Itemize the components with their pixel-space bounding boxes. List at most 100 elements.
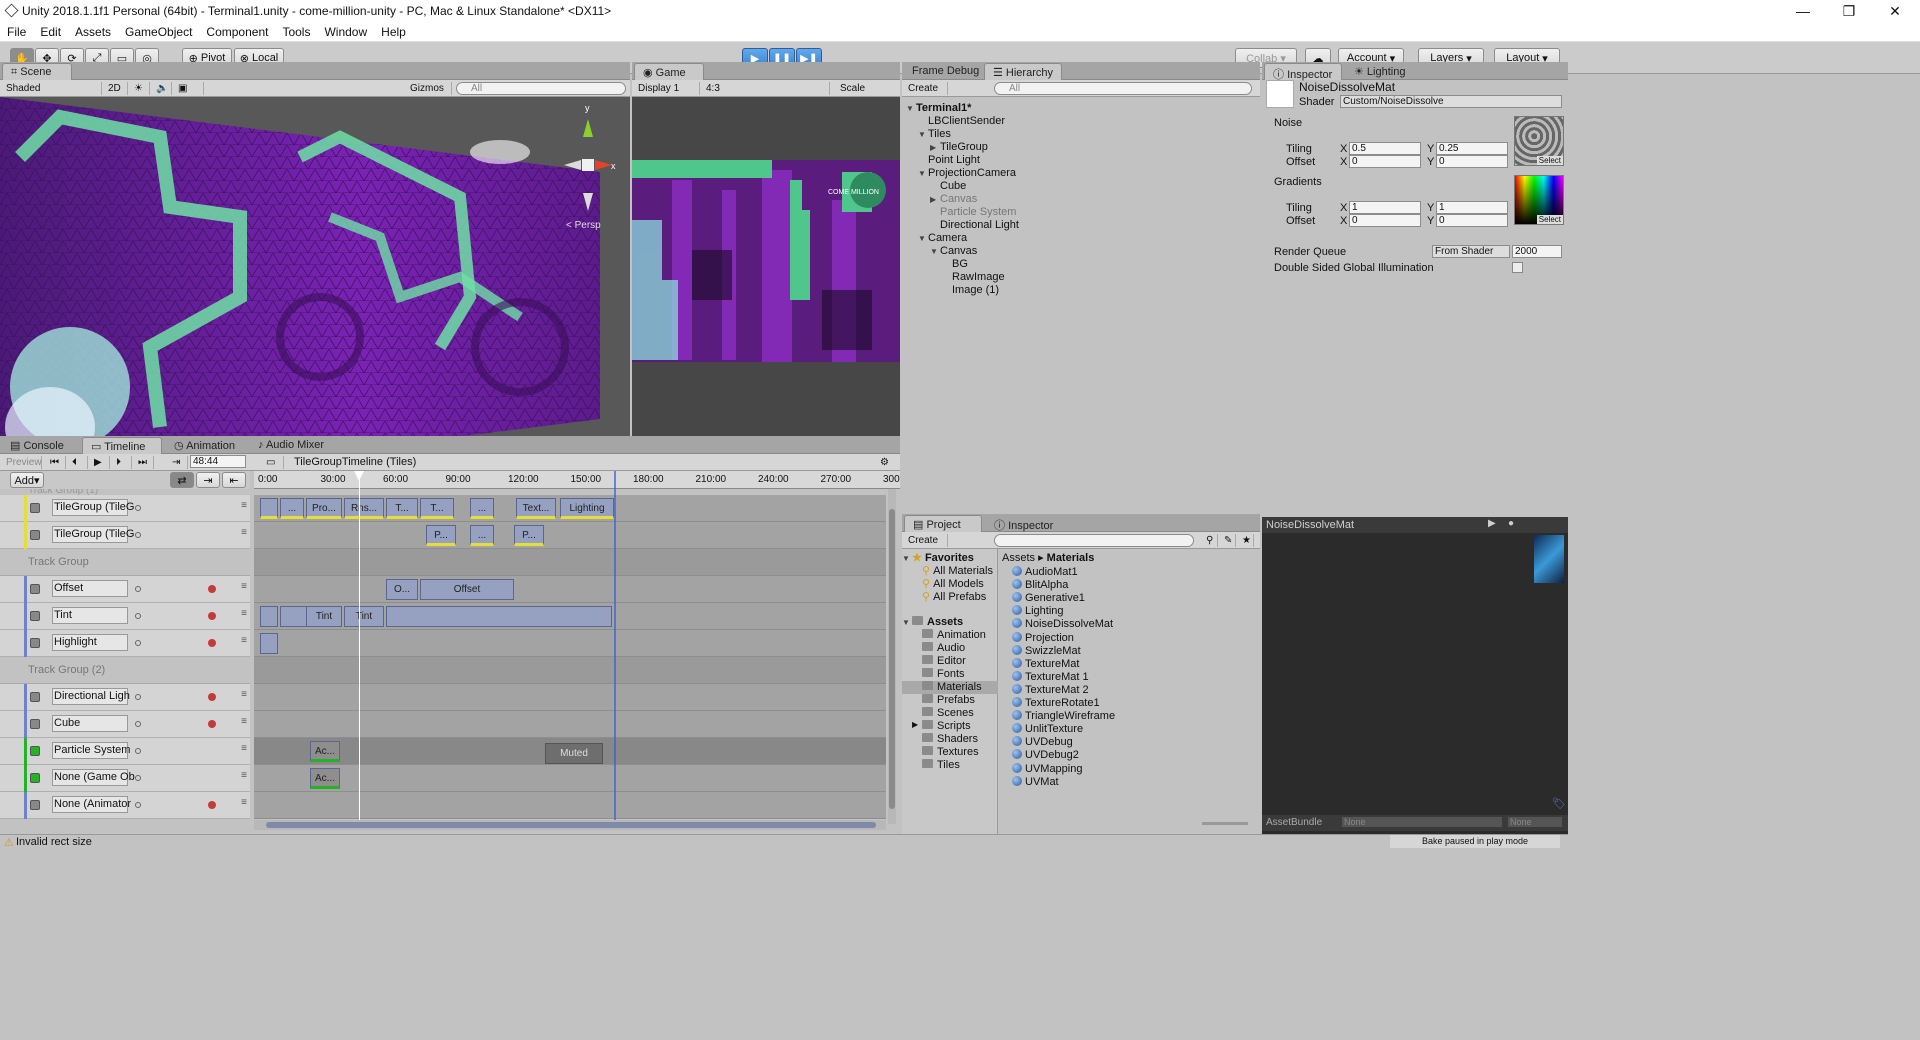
asset-folder[interactable]: Animation (902, 629, 998, 642)
timeline-clip[interactable]: ... (470, 498, 494, 519)
track-binding-picker-icon[interactable] (135, 532, 141, 538)
noise-tiling-x-field[interactable]: 0.5 (1349, 142, 1421, 155)
maximize-button[interactable]: ❐ (1826, 0, 1872, 22)
record-icon[interactable] (208, 639, 216, 647)
filter-type-icon[interactable]: ⚲ (1202, 534, 1218, 547)
menu-file[interactable]: File (0, 25, 33, 39)
expand-arrow-icon[interactable]: ▶ (912, 720, 918, 729)
track-menu-icon[interactable]: ≡ (241, 635, 247, 646)
track-menu-icon[interactable]: ≡ (241, 500, 247, 511)
tab-frame-debug[interactable]: Frame Debug (904, 63, 987, 80)
track-menu-icon[interactable]: ≡ (241, 716, 247, 727)
favorites-header[interactable]: ▼ ★ Favorites (902, 551, 974, 564)
noise-tiling-y-field[interactable]: 0.25 (1436, 142, 1508, 155)
asset-folder[interactable]: Textures (902, 746, 998, 759)
timeline-track[interactable]: Tint ≡ (0, 603, 250, 630)
material-item[interactable]: UVDebug (1012, 736, 1073, 749)
track-menu-icon[interactable]: ≡ (241, 689, 247, 700)
asset-folder[interactable]: Shaders (902, 733, 998, 746)
material-item[interactable]: UVMapping (1012, 762, 1082, 776)
preview-play-icon[interactable]: ▶ (1488, 518, 1496, 529)
close-button[interactable]: ✕ (1872, 0, 1918, 22)
2d-toggle[interactable]: 2D (104, 82, 128, 95)
timeline-clip[interactable] (260, 498, 278, 519)
timeline-clip[interactable]: Ac... (310, 768, 340, 789)
noise-select-button[interactable]: Select (1536, 156, 1563, 165)
scene-viewport[interactable]: y x < Persp (0, 97, 630, 494)
assetbundle-dropdown[interactable]: None (1342, 817, 1502, 827)
tab-console[interactable]: ▤ Console (2, 437, 72, 454)
muted-clip[interactable]: Muted (545, 743, 603, 764)
preview-label-icon[interactable]: 🏷 (1552, 797, 1566, 810)
scale-slider[interactable]: Scale (836, 82, 896, 95)
menu-tools[interactable]: Tools (275, 25, 317, 39)
tab-game[interactable]: ◉ Game (634, 63, 704, 80)
track-menu-icon[interactable]: ≡ (241, 770, 247, 781)
breadcrumb-assets[interactable]: Assets (1002, 552, 1035, 564)
material-item[interactable]: TextureMat (1012, 657, 1079, 671)
timeline-clip[interactable]: Tint (306, 606, 342, 627)
timeline-track[interactable]: Directional Ligh ≡ (0, 684, 250, 711)
menu-assets[interactable]: Assets (68, 25, 118, 39)
track-menu-icon[interactable]: ≡ (241, 527, 247, 538)
track-group-header[interactable]: Track Group (0, 549, 250, 576)
next-frame-icon[interactable]: ⏵ (112, 456, 132, 469)
material-item[interactable]: TriangleWireframe (1012, 710, 1115, 723)
asset-folder[interactable]: Materials (902, 681, 998, 694)
display-dropdown[interactable]: Display 1 (634, 82, 700, 95)
timeline-time-field[interactable]: 48:44 (190, 455, 246, 468)
track-lane[interactable] (254, 711, 886, 738)
asset-folder[interactable]: Prefabs (902, 694, 998, 707)
favorite-star-icon[interactable]: ★ (1238, 534, 1254, 547)
track-lane[interactable] (254, 576, 886, 603)
replace-mode-icon[interactable]: ⇤ (222, 472, 246, 488)
timeline-clip[interactable]: Pro... (306, 498, 342, 519)
track-binding-picker-icon[interactable] (135, 640, 141, 646)
tab-animation[interactable]: ◷ Animation (166, 437, 243, 454)
effects-dropdown-icon[interactable]: ▣ (174, 82, 204, 95)
aspect-dropdown[interactable]: 4:3 (702, 82, 830, 95)
track-enabled-checkbox[interactable] (30, 746, 40, 756)
track-menu-icon[interactable]: ≡ (241, 797, 247, 808)
favorite-item[interactable]: ⚲ All Prefabs (922, 590, 986, 603)
menu-window[interactable]: Window (317, 25, 374, 39)
ripple-mode-icon[interactable]: ⇥ (196, 472, 220, 488)
material-item[interactable]: Projection (1012, 631, 1074, 645)
timeline-vscrollbar[interactable] (888, 489, 896, 824)
track-lane[interactable] (254, 522, 886, 549)
timeline-track[interactable]: Offset ≡ (0, 576, 250, 603)
assetbundle-variant-dropdown[interactable]: None (1508, 817, 1562, 827)
shader-dropdown[interactable]: Custom/NoiseDissolve (1340, 95, 1562, 108)
timeline-clip[interactable] (260, 633, 278, 654)
material-item[interactable]: TextureMat 2 (1012, 683, 1089, 697)
asset-folder[interactable]: Tiles (902, 759, 998, 772)
status-message[interactable]: Invalid rect size (16, 836, 92, 848)
timeline-clip[interactable]: Tint (344, 606, 384, 627)
tab-audio-mixer[interactable]: ♪ Audio Mixer (250, 437, 332, 454)
minimize-button[interactable]: — (1780, 0, 1826, 22)
noise-texture-slot[interactable]: Select (1514, 116, 1564, 166)
track-binding-picker-icon[interactable] (135, 586, 141, 592)
record-icon[interactable] (208, 585, 216, 593)
asset-folder[interactable]: ▶ Scripts (902, 720, 998, 733)
track-enabled-checkbox[interactable] (30, 773, 40, 783)
timeline-asset-icon[interactable]: ▭ (262, 456, 284, 469)
tab-project[interactable]: ▤ Project (904, 515, 982, 532)
tab-project-inspector[interactable]: ⓘ Inspector (986, 515, 1061, 532)
material-item[interactable]: UnlitTexture (1012, 723, 1083, 736)
timeline-clip[interactable]: P... (426, 525, 456, 546)
render-queue-field[interactable]: 2000 (1512, 245, 1562, 258)
material-item[interactable]: TextureMat 1 (1012, 670, 1089, 684)
menu-edit[interactable]: Edit (33, 25, 68, 39)
timeline-clip[interactable]: O... (386, 579, 418, 600)
menu-component[interactable]: Component (199, 25, 275, 39)
track-binding-picker-icon[interactable] (135, 505, 141, 511)
prev-frame-icon[interactable]: ⏴ (68, 456, 88, 469)
timeline-clip[interactable]: Offset (420, 579, 514, 600)
timeline-track[interactable]: TileGroup (TileG ≡ (0, 495, 250, 522)
hierarchy-search-input[interactable]: All (994, 82, 1252, 95)
menu-help[interactable]: Help (374, 25, 413, 39)
tab-timeline[interactable]: ▭ Timeline (82, 437, 162, 454)
timeline-track[interactable]: Cube ≡ (0, 711, 250, 738)
timeline-clip[interactable]: ... (470, 525, 494, 546)
